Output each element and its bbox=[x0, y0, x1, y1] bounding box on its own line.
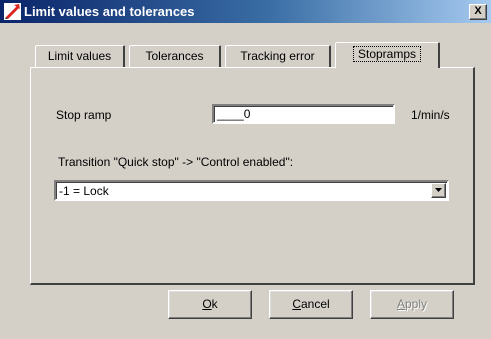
cancel-button[interactable]: Cancel bbox=[269, 290, 353, 319]
tab-label: Tolerances bbox=[145, 49, 204, 63]
apply-mnemonic: A bbox=[396, 297, 405, 311]
tab-stopramps[interactable]: Stopramps bbox=[335, 42, 440, 68]
tab-tolerances[interactable]: Tolerances bbox=[129, 45, 221, 67]
stopramps-panel: Stop ramp ____0 1/min/s Transition "Quic… bbox=[30, 67, 475, 285]
dialog-window: Limit values and tolerances X Limit valu… bbox=[0, 0, 491, 339]
tab-tracking-error[interactable]: Tracking error bbox=[225, 45, 331, 67]
close-icon: X bbox=[474, 5, 482, 17]
cancel-label: ancel bbox=[300, 297, 330, 311]
transition-label: Transition "Quick stop" -> "Control enab… bbox=[58, 155, 294, 169]
stop-ramp-input[interactable]: ____0 bbox=[212, 104, 395, 124]
tab-label: Limit values bbox=[47, 49, 112, 63]
close-button[interactable]: X bbox=[469, 4, 487, 20]
tab-label: Tracking error bbox=[240, 49, 315, 63]
ok-button[interactable]: Ok bbox=[168, 290, 252, 319]
chevron-down-icon bbox=[435, 188, 442, 192]
transition-select[interactable]: -1 = Lock bbox=[54, 180, 449, 201]
ok-label: k bbox=[211, 297, 218, 311]
transition-selected-value: -1 = Lock bbox=[59, 184, 109, 198]
app-logo-icon bbox=[4, 3, 21, 20]
stop-ramp-label: Stop ramp bbox=[56, 108, 112, 122]
cancel-mnemonic: C bbox=[292, 297, 301, 311]
dropdown-button[interactable] bbox=[431, 183, 446, 198]
apply-button[interactable]: Apply bbox=[370, 290, 454, 319]
tab-limit-values[interactable]: Limit values bbox=[35, 45, 125, 67]
window-title: Limit values and tolerances bbox=[24, 4, 195, 19]
stop-ramp-unit: 1/min/s bbox=[411, 108, 450, 122]
apply-label: pply bbox=[405, 297, 428, 311]
ok-mnemonic: O bbox=[202, 297, 212, 311]
title-bar[interactable]: Limit values and tolerances X bbox=[0, 0, 491, 23]
tab-label: Stopramps bbox=[352, 46, 422, 62]
